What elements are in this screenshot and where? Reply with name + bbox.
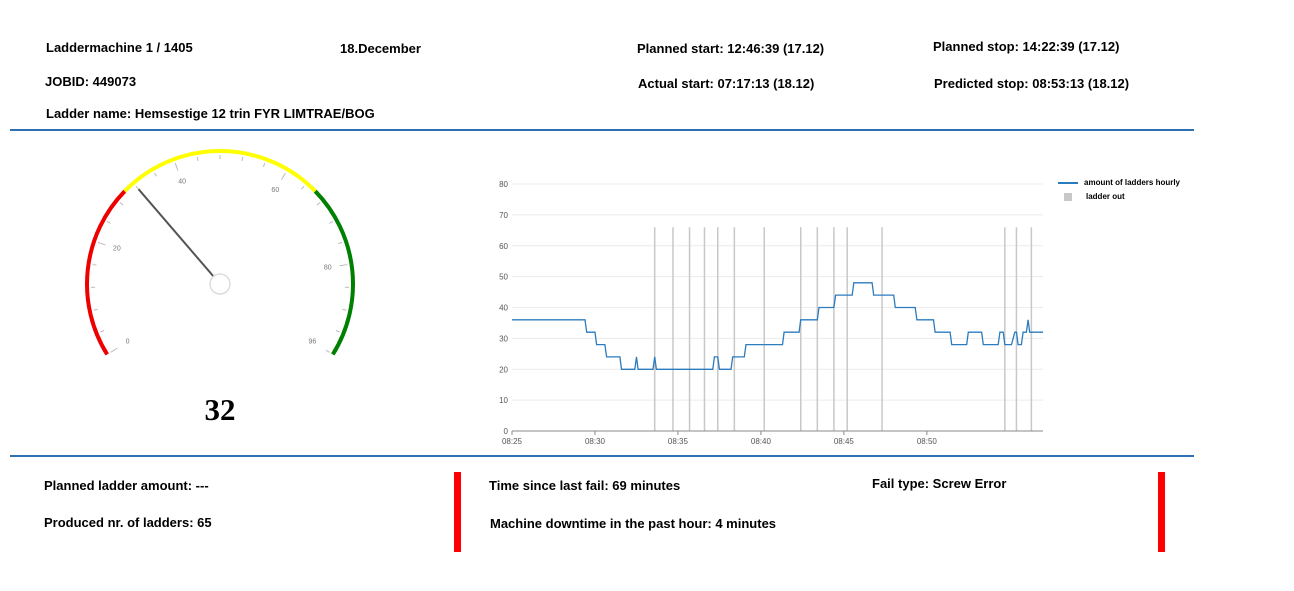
planned-ladder-amount: Planned ladder amount: ---: [44, 478, 209, 493]
gauge-tick-label: 96: [309, 339, 317, 346]
fail-type: Fail type: Screw Error: [872, 476, 1007, 491]
speed-gauge: 0 20 40 60 80 96: [85, 149, 355, 356]
gauge-tick-label: 0: [126, 339, 130, 346]
gauge-tick: [119, 202, 124, 206]
gauge-tick: [93, 308, 98, 311]
gauge-tick: [262, 162, 266, 167]
time-since-last-fail: Time since last fail: 69 minutes: [489, 478, 681, 493]
gauge-tick: [342, 308, 347, 311]
gauge-tick: [92, 264, 97, 266]
gauge-tick: [316, 202, 321, 206]
legend-box-swatch: [1064, 193, 1072, 201]
produced-ladders: Produced nr. of ladders: 65: [44, 515, 212, 530]
gauge-hub: [209, 273, 231, 295]
gauge-tick: [154, 172, 157, 177]
series-line-hourly: [512, 282, 1043, 370]
gauge-tick: [339, 264, 348, 267]
actual-start: Actual start: 07:17:13 (18.12): [638, 76, 815, 91]
gauge-tick: [338, 241, 343, 245]
machine-name: Laddermachine 1 / 1405: [46, 40, 193, 55]
y-tick-label: 20: [499, 365, 508, 374]
legend-line-swatch: [1058, 182, 1078, 184]
gauge-tick-label: 80: [324, 264, 332, 271]
gauge-tick: [110, 347, 118, 353]
gauge-band-0: [85, 189, 127, 356]
y-tick-label: 80: [499, 180, 508, 189]
x-tick-label: 08:40: [751, 437, 772, 446]
y-tick-label: 30: [499, 334, 508, 343]
gauge-tick-label: 40: [178, 179, 186, 186]
gauge-tick: [325, 349, 330, 353]
legend-label-hourly: amount of ladders hourly: [1084, 178, 1181, 187]
gauge-value: 32: [204, 392, 236, 427]
gauge-tick: [97, 241, 106, 246]
gauge-tick: [241, 156, 244, 162]
machine-downtime: Machine downtime in the past hour: 4 min…: [490, 516, 777, 531]
gauge-tick: [280, 172, 286, 180]
x-tick-label: 08:30: [585, 437, 606, 446]
predicted-stop: Predicted stop: 08:53:13 (18.12): [934, 76, 1130, 91]
gauge-band-2: [313, 189, 355, 356]
status-bar-right: [1158, 472, 1165, 552]
x-tick-label: 08:50: [917, 437, 938, 446]
y-tick-label: 50: [499, 273, 508, 282]
gauge-tick: [335, 330, 340, 333]
gauge-tick: [135, 185, 139, 190]
gauge-tick: [196, 156, 199, 162]
gauge-tick: [106, 221, 111, 224]
footer-divider: [10, 455, 1194, 457]
date-label: 18.December: [340, 41, 421, 56]
gauge-needle: [137, 188, 226, 291]
gauge-tick: [100, 330, 105, 333]
ladders-chart: 0 10 20 30 40 50 60 70 80 08:25 08:30 08:35 08:40 08:…: [499, 180, 1043, 446]
gauge-tick: [174, 162, 179, 171]
x-tick-label: 08:25: [502, 437, 523, 446]
x-tick-label: 08:45: [834, 437, 855, 446]
gauge-tick-label: 20: [113, 246, 121, 253]
ladder-name: Ladder name: Hemsestige 12 trin FYR LIMT…: [46, 106, 375, 121]
job-id: JOBID: 449073: [45, 74, 137, 89]
header-divider: [10, 129, 1194, 131]
planned-stop: Planned stop: 14:22:39 (17.12): [933, 39, 1120, 54]
y-tick-label: 40: [499, 304, 508, 313]
y-tick-label: 0: [504, 427, 509, 436]
planned-start: Planned start: 12:46:39 (17.12): [637, 41, 825, 56]
gauge-tick: [329, 221, 334, 224]
y-tick-label: 10: [499, 396, 508, 405]
legend-label-ladder-out: ladder out: [1086, 192, 1125, 201]
x-tick-label: 08:35: [668, 437, 689, 446]
y-tick-label: 70: [499, 211, 508, 220]
y-tick-label: 60: [499, 242, 508, 251]
gauge-tick: [301, 185, 305, 190]
gauge-tick-label: 60: [271, 187, 279, 194]
status-bar-left: [454, 472, 461, 552]
